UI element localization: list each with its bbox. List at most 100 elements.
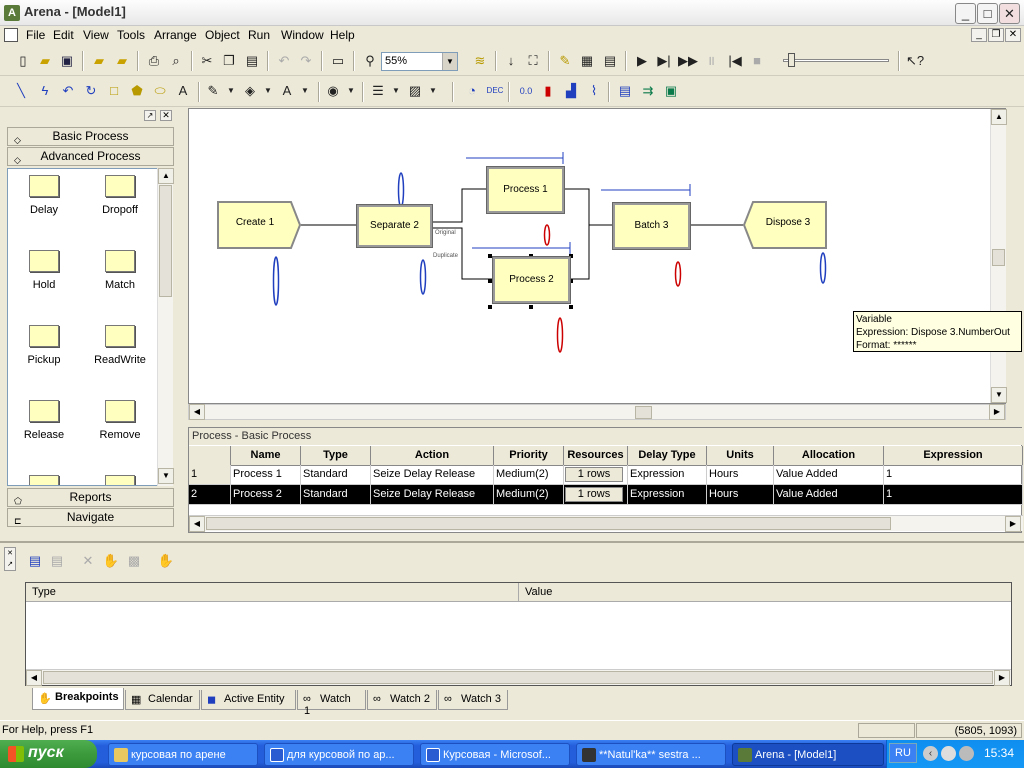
maximize-button[interactable]: □ — [977, 3, 998, 24]
bezier-curve-icon[interactable]: ↻ — [82, 82, 100, 100]
tab-watch-2[interactable]: ∞ Watch 2 — [367, 690, 437, 710]
shape-delay[interactable]: Delay — [14, 175, 74, 216]
scroll-thumb[interactable] — [206, 517, 891, 530]
col-type[interactable]: Type — [301, 446, 371, 466]
menu-file[interactable]: File — [26, 28, 45, 42]
context-help-icon[interactable]: ↖? — [906, 52, 924, 70]
taskbar-item-word-1[interactable]: для курсовой по ар... — [264, 743, 414, 766]
document-icon[interactable] — [4, 28, 18, 42]
animation-speed-slider[interactable] — [783, 59, 889, 62]
scroll-down-arrow-icon[interactable]: ▼ — [991, 387, 1007, 403]
table-row[interactable]: 2 Process 2 Standard Seize Delay Release… — [189, 485, 1023, 505]
scroll-right-arrow-icon[interactable]: ▶ — [994, 670, 1010, 686]
breakpoints-list[interactable]: Type Value ◀ ▶ — [25, 582, 1012, 686]
col-action[interactable]: Action — [371, 446, 494, 466]
layers-icon[interactable]: ≋ — [471, 52, 489, 70]
shape-hold[interactable]: Hold — [14, 250, 74, 291]
col-delay-type[interactable]: Delay Type — [628, 446, 707, 466]
arena-app-icon[interactable]: A — [4, 5, 20, 21]
taskbar-item-folder[interactable]: курсовая по арене — [108, 743, 258, 766]
open-folder-icon[interactable]: ▰ — [36, 52, 54, 70]
scroll-thumb[interactable] — [992, 249, 1005, 266]
batch-module[interactable]: Batch 3 — [612, 202, 691, 250]
canvas-vertical-scrollbar[interactable]: ▲ ▼ — [990, 109, 1007, 403]
tab-active-entity[interactable]: ◼ Active Entity — [201, 690, 296, 710]
display-composite-view-icon[interactable]: ▦ — [578, 52, 596, 70]
col-priority[interactable]: Priority — [494, 446, 564, 466]
debug-horizontal-scrollbar[interactable]: ◀ ▶ — [26, 669, 1011, 686]
copy-icon[interactable]: ❐ — [220, 52, 238, 70]
shape-readwrite[interactable]: ReadWrite — [90, 325, 150, 366]
resource-icon[interactable]: ▤ — [616, 82, 634, 100]
text-icon[interactable]: A — [174, 82, 192, 100]
scroll-left-arrow-icon[interactable]: ◀ — [189, 404, 205, 420]
variable-icon[interactable]: 0.0 — [517, 82, 535, 100]
process1-module[interactable]: Process 1 — [486, 166, 565, 214]
connect-icon[interactable]: ↓ — [502, 52, 520, 70]
model-canvas[interactable]: Create 1 Separate 2 Original Duplicate P… — [188, 108, 1007, 404]
save-icon[interactable]: ▣ — [58, 52, 76, 70]
break-on-module-icon[interactable]: ✋ — [157, 552, 175, 570]
pin-icon[interactable]: ↗ — [144, 110, 156, 121]
clock-icon[interactable]: ◔ — [463, 82, 481, 100]
language-indicator[interactable]: RU — [889, 743, 917, 763]
panel-basic-process[interactable]: ◇ Basic Process — [7, 127, 174, 146]
line-width-icon[interactable]: ☰ — [369, 82, 387, 100]
start-over-icon[interactable]: |◀ — [726, 52, 744, 70]
chevron-down-icon[interactable]: ▼ — [442, 53, 457, 70]
col-resources[interactable]: Resources — [564, 446, 628, 466]
resources-button[interactable]: 1 rows — [565, 467, 623, 482]
shape-partial[interactable] — [14, 475, 74, 485]
date-icon[interactable]: DEC — [486, 82, 504, 100]
scroll-right-arrow-icon[interactable]: ▶ — [989, 404, 1005, 420]
level-icon[interactable]: ▮ — [539, 82, 557, 100]
print-preview-icon[interactable]: ⌕ — [167, 52, 185, 70]
tab-breakpoints[interactable]: ✋ Breakpoints — [32, 688, 124, 710]
shape-partial[interactable] — [90, 475, 150, 485]
mdi-close-button[interactable]: ✕ — [1005, 28, 1021, 42]
tab-watch-3[interactable]: ∞ Watch 3 — [438, 690, 508, 710]
shape-dropoff[interactable]: Dropoff — [90, 175, 150, 216]
chevron-down-icon[interactable]: ▼ — [259, 82, 277, 100]
pin-icon[interactable]: ✕ ↗ — [4, 547, 16, 571]
chevron-left-icon[interactable]: ‹ — [923, 746, 938, 761]
scroll-left-arrow-icon[interactable]: ◀ — [26, 670, 42, 686]
separate-module[interactable]: Separate 2 — [356, 204, 433, 248]
go-icon[interactable]: ▶ — [633, 52, 651, 70]
scroll-down-arrow-icon[interactable]: ▼ — [158, 468, 174, 484]
process2-module[interactable]: Process 2 — [492, 256, 571, 304]
network-icon[interactable] — [941, 746, 956, 761]
attach-template-icon[interactable]: ▰ — [90, 52, 108, 70]
undo-icon[interactable]: ↶ — [275, 52, 293, 70]
chevron-down-icon[interactable]: ▼ — [342, 82, 360, 100]
print-icon[interactable]: ⎙ — [145, 52, 163, 70]
col-units[interactable]: Units — [707, 446, 774, 466]
menu-view[interactable]: View — [83, 28, 109, 42]
scroll-thumb[interactable] — [635, 406, 652, 419]
taskbar-item-winamp[interactable]: **Natul'ka** sestra ... — [576, 743, 726, 766]
scroll-thumb[interactable] — [159, 185, 172, 297]
menu-run[interactable]: Run — [248, 28, 270, 42]
ellipse-icon[interactable]: ⬭ — [151, 82, 169, 100]
taskbar-item-arena[interactable]: Arena - [Model1] — [732, 743, 884, 766]
col-allocation[interactable]: Allocation — [774, 446, 884, 466]
dispose-module-label[interactable]: Dispose 3 — [751, 217, 825, 228]
window-background-color-icon[interactable]: ◉ — [324, 82, 342, 100]
pause-icon[interactable]: ॥ — [702, 52, 720, 70]
fast-forward-icon[interactable]: ▶▶ — [678, 52, 698, 70]
mdi-restore-button[interactable]: ❐ — [988, 28, 1004, 42]
zoom-combo[interactable]: 55% ▼ — [381, 52, 458, 71]
paste-icon[interactable]: ▤ — [243, 52, 261, 70]
col-expression[interactable]: Expression — [884, 446, 1023, 466]
zoom-icon[interactable]: ⚲ — [361, 52, 379, 70]
end-icon[interactable]: ■ — [748, 52, 766, 70]
tab-calendar[interactable]: ▦ Calendar — [125, 690, 200, 710]
plot-icon[interactable]: ⌇ — [585, 82, 603, 100]
breakpoint-properties-icon[interactable]: ▤ — [48, 552, 66, 570]
scroll-up-arrow-icon[interactable]: ▲ — [991, 109, 1007, 125]
shape-remove[interactable]: Remove — [90, 400, 150, 441]
shape-pickup[interactable]: Pickup — [14, 325, 74, 366]
text-color-icon[interactable]: A — [278, 82, 296, 100]
col-value-header[interactable]: Value — [519, 583, 1011, 602]
resources-button[interactable]: 1 rows — [565, 487, 623, 502]
